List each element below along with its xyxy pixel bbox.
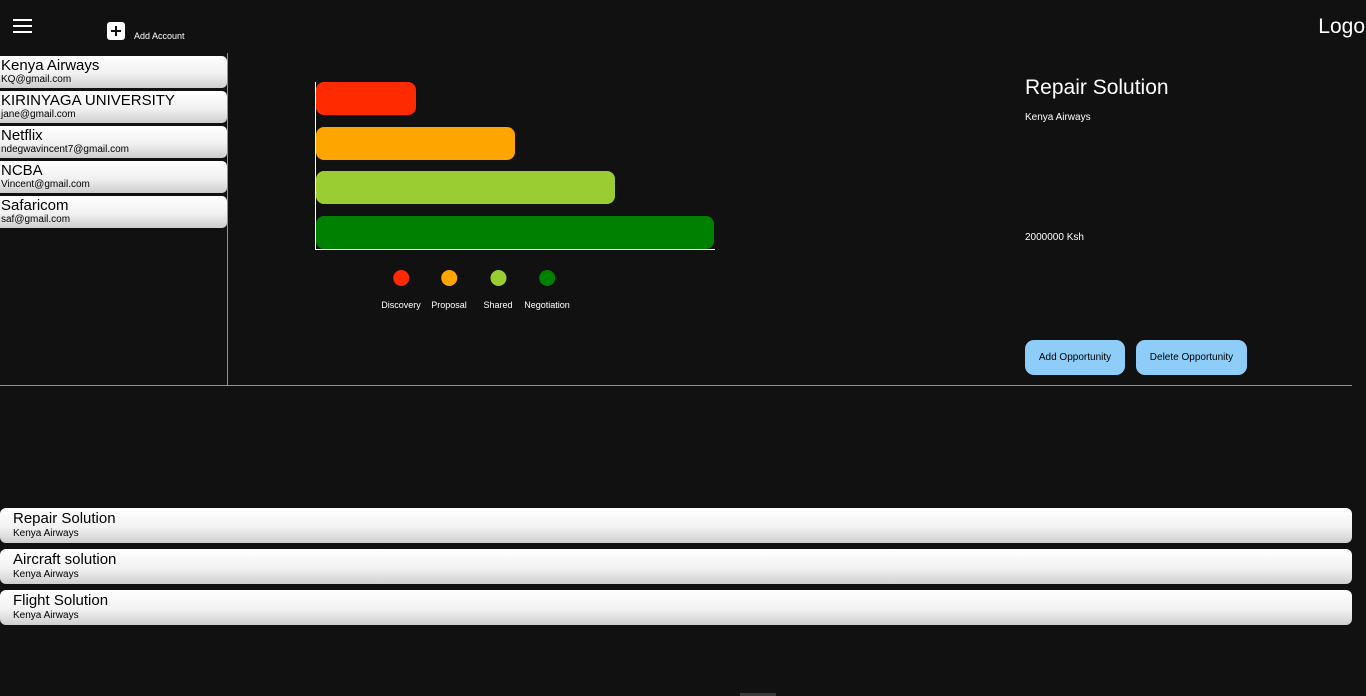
opportunity-account: Kenya Airways	[1025, 112, 1091, 123]
add-opportunity-button[interactable]: Add Opportunity	[1025, 340, 1125, 375]
account-email: jane@gmail.com	[1, 109, 76, 120]
opportunity-item[interactable]: Aircraft solution Kenya Airways	[0, 549, 1352, 584]
account-email: saf@gmail.com	[1, 214, 71, 225]
delete-opportunity-button[interactable]: Delete Opportunity	[1136, 340, 1247, 375]
account-item[interactable]: Safaricom saf@gmail.com	[0, 196, 227, 228]
logo: Logo	[1318, 15, 1365, 38]
account-name: Netflix	[1, 127, 43, 144]
account-email: KQ@gmail.com	[1, 74, 72, 85]
opportunity-name: Aircraft solution	[13, 551, 117, 568]
account-email: ndegwavincent7@gmail.com	[1, 144, 129, 155]
account-email: Vincent@gmail.com	[1, 179, 90, 190]
account-item[interactable]: Netflix ndegwavincent7@gmail.com	[0, 126, 227, 158]
opportunity-account-name: Kenya Airways	[13, 569, 79, 580]
account-item[interactable]: NCBA Vincent@gmail.com	[0, 161, 227, 193]
legend-label: Proposal	[431, 300, 467, 310]
legend-dot	[538, 270, 555, 286]
vertical-divider	[227, 53, 228, 386]
legend-item-negotiation: Negotiation	[524, 270, 570, 310]
legend-dot	[392, 270, 409, 286]
opportunity-title: Repair Solution	[1025, 76, 1169, 99]
add-account-button[interactable]: Add Account	[107, 22, 185, 41]
opportunity-account-name: Kenya Airways	[13, 610, 79, 621]
hamburger-menu-icon[interactable]	[13, 18, 32, 34]
horizontal-divider	[0, 385, 1352, 386]
add-account-label: Add Account	[134, 31, 185, 41]
bar-discovery	[316, 82, 416, 115]
opportunity-amount: 2000000 Ksh	[1025, 232, 1084, 243]
legend-item-discovery: Discovery	[381, 270, 421, 310]
plus-square-icon	[107, 22, 125, 40]
bar-shared	[316, 171, 615, 204]
bar-proposal	[316, 126, 515, 160]
chart-x-axis	[315, 249, 715, 250]
account-name: KIRINYAGA UNIVERSITY	[1, 92, 175, 109]
legend-item-proposal: Proposal	[431, 270, 467, 310]
legend-dot	[441, 270, 457, 286]
opportunity-name: Repair Solution	[13, 510, 116, 527]
chart-legend: Discovery Proposal Shared Negotiation	[374, 270, 594, 320]
opportunity-item[interactable]: Repair Solution Kenya Airways	[0, 508, 1352, 543]
opportunity-account-name: Kenya Airways	[13, 528, 79, 539]
opportunity-list: Repair Solution Kenya Airways Aircraft s…	[0, 508, 1352, 631]
app-root: Add Account Logo Kenya Airways KQ@gmail.…	[0, 0, 1366, 696]
legend-label: Shared	[483, 300, 513, 310]
opportunity-item[interactable]: Flight Solution Kenya Airways	[0, 590, 1352, 625]
legend-item-shared: Shared	[483, 270, 513, 310]
account-name: NCBA	[1, 162, 43, 179]
pipeline-bar-chart	[315, 82, 715, 250]
account-item[interactable]: KIRINYAGA UNIVERSITY jane@gmail.com	[0, 91, 227, 123]
opportunity-name: Flight Solution	[13, 592, 109, 609]
account-list: Kenya Airways KQ@gmail.com KIRINYAGA UNI…	[0, 56, 227, 231]
legend-dot	[490, 270, 506, 286]
legend-label: Discovery	[381, 300, 421, 310]
legend-label: Negotiation	[524, 300, 570, 310]
account-name: Kenya Airways	[1, 57, 100, 74]
account-item[interactable]: Kenya Airways KQ@gmail.com	[0, 56, 227, 88]
account-name: Safaricom	[1, 197, 69, 214]
bar-negotiation	[316, 215, 714, 249]
